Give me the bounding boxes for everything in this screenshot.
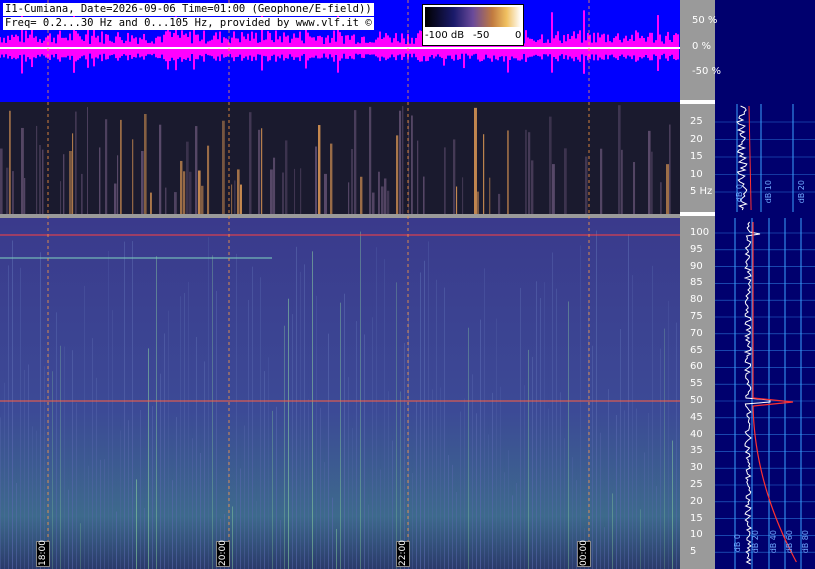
low-y-tick: 20 [690,133,703,145]
high-y-tick: 35 [690,445,703,457]
high-y-tick: 10 [690,529,703,541]
waveform-tick: 0 % [692,41,712,52]
color-legend: -100 dB -50 0 [422,4,524,46]
side-db-label: dB 10 [764,180,773,204]
header-line-2: Freq= 0.2...30 Hz and 0...105 Hz, provid… [3,17,374,30]
high-y-tick: 60 [690,361,703,373]
axis-separator-bottom [680,212,715,216]
waveform-tick: 50 % [692,15,718,26]
high-y-tick: 15 [690,512,703,524]
high-y-tick: 55 [690,378,703,390]
low-y-tick: 15 [690,151,703,162]
axis-separator-top [680,100,715,104]
legend-label-min: -100 dB [425,30,465,41]
legend-label-max: 0 [515,30,522,41]
side-db-label: dB 80 [801,530,810,554]
side-db-label: dB 0 [733,534,742,553]
high-y-tick: 40 [690,428,703,440]
high-y-tick: 65 [690,344,703,356]
side-db-label: dB 60 [785,530,794,554]
high-y-tick: 45 [690,411,703,423]
legend-label-mid: -50 [473,30,490,41]
high-y-tick: 100 [690,227,710,238]
high-y-tick: 95 [690,243,703,255]
high-y-tick: 5 [690,546,697,558]
high-y-tick: 30 [690,462,703,474]
low-y-tick: 10 [690,168,703,180]
low-y-tick: 25 [690,116,703,127]
side-db-label: dB 0 [735,184,744,203]
side-db-label: dB 40 [769,530,778,554]
high-y-tick: 70 [690,327,703,339]
side-db-label: dB 20 [751,530,760,554]
high-y-tick: 85 [690,277,703,289]
header-line-1: I1-Cumiana, Date=2026-09-06 Time=01:00 (… [3,3,374,16]
time-label: 22:00 [396,540,410,567]
low-y-tick: 5 Hz [690,186,713,197]
high-y-tick: 25 [690,479,703,490]
waveform-tick: -50 % [692,66,722,77]
time-label: 00:00 [577,540,591,567]
high-y-tick: 20 [690,495,703,507]
high-y-tick: 80 [690,294,703,306]
side-db-label: dB 20 [797,180,806,204]
side-spectrum [715,104,815,569]
time-label: 18:00 [36,540,50,567]
high-y-tick: 50 [690,395,703,406]
legend-color-bar [425,7,521,27]
vlf-spectrogram-page: I1-Cumiana, Date=2026-09-06 Time=01:00 (… [0,0,815,569]
high-y-tick: 75 [690,311,703,322]
time-label: 20:00 [216,540,230,567]
time-marker-lines [47,0,590,569]
high-y-tick: 90 [690,260,703,272]
